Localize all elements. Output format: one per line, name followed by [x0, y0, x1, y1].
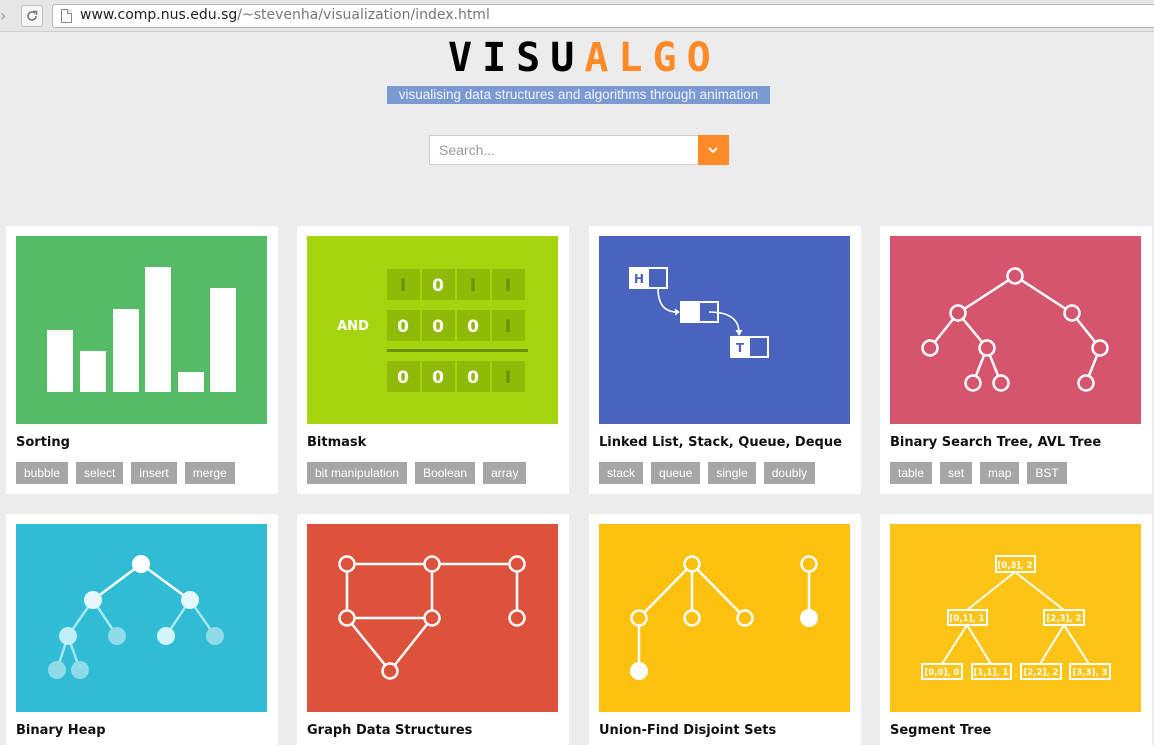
- tag-stack[interactable]: stack: [599, 462, 644, 484]
- tagline: visualising data structures and algorith…: [387, 86, 770, 104]
- card-sorting[interactable]: Sorting bubble select insert merge: [6, 226, 278, 494]
- card-title[interactable]: Linked List, Stack, Queue, Deque: [599, 435, 842, 450]
- bit-cell: I: [505, 317, 511, 337]
- bitmask-thumbnail[interactable]: AND I 0 I I 0 0 0 I 0 0 0 I: [307, 236, 558, 424]
- url-text[interactable]: www.comp.nus.edu.sg/~stevenha/visualizat…: [80, 7, 490, 23]
- tag-select[interactable]: select: [76, 462, 124, 484]
- card-title[interactable]: Segment Tree: [890, 723, 991, 738]
- head-label: H: [634, 272, 644, 286]
- card-title[interactable]: Binary Search Tree, AVL Tree: [890, 435, 1101, 450]
- segment-leaf-label: [3,3], 3: [1073, 668, 1108, 678]
- browser-toolbar: › www.comp.nus.edu.sg/~stevenha/visualiz…: [0, 0, 1154, 32]
- binary-tree-icon: [890, 236, 1141, 424]
- card-union-find[interactable]: Union-Find Disjoint Sets: [589, 514, 861, 745]
- reload-icon: [27, 10, 38, 21]
- url-path: /~stevenha/visualization/index.html: [237, 7, 490, 23]
- card-title[interactable]: Graph Data Structures: [307, 723, 472, 738]
- card-linked-list[interactable]: H T Linked List, Stack, Queue, Deque sta…: [589, 226, 861, 494]
- url-host: www.comp.nus.edu.sg: [80, 7, 238, 23]
- tail-label: T: [736, 341, 745, 355]
- tag-bst[interactable]: BST: [1027, 462, 1067, 484]
- union-find-thumbnail[interactable]: [599, 524, 850, 712]
- segment-leaf-label: [0,0], 0: [925, 668, 960, 678]
- bit-cell: I: [505, 368, 511, 388]
- heap-thumbnail[interactable]: [16, 524, 267, 712]
- tag-map[interactable]: map: [980, 462, 1020, 484]
- chevron-down-icon: [708, 147, 718, 153]
- forward-icon[interactable]: ›: [0, 6, 14, 26]
- tag-list: bit manipulation Boolean array: [307, 462, 527, 484]
- tag-bit-manipulation[interactable]: bit manipulation: [307, 462, 408, 484]
- linked-list-icon: H T: [599, 236, 850, 424]
- card-title[interactable]: Binary Heap: [16, 723, 106, 738]
- bit-cell: 0: [397, 317, 409, 337]
- graph-icon: [307, 524, 558, 712]
- segment-leaf-label: [1,1], 1: [974, 668, 1009, 678]
- sorting-thumbnail[interactable]: [16, 236, 267, 424]
- tag-list: table set map BST: [890, 462, 1067, 484]
- segment-left-label: [0,1], 1: [950, 614, 985, 624]
- page-icon: [61, 9, 72, 23]
- bit-cell: 0: [432, 368, 444, 388]
- segment-tree-thumbnail[interactable]: [0,3], 2 [0,1], 1 [2,3], 2 [0,0], 0 [1,1…: [890, 524, 1141, 712]
- segment-root-label: [0,3], 2: [998, 561, 1033, 571]
- segment-tree-icon: [0,3], 2 [0,1], 1 [2,3], 2 [0,0], 0 [1,1…: [890, 524, 1141, 712]
- segment-right-label: [2,3], 2: [1047, 614, 1082, 624]
- tag-single[interactable]: single: [708, 462, 756, 484]
- bit-cell: 0: [467, 368, 479, 388]
- card-title[interactable]: Bitmask: [307, 435, 366, 450]
- bitmask-icon: AND I 0 I I 0 0 0 I 0 0 0 I: [307, 236, 558, 424]
- card-graph[interactable]: Graph Data Structures: [297, 514, 569, 745]
- card-bitmask[interactable]: AND I 0 I I 0 0 0 I 0 0 0 I Bitmask bit …: [297, 226, 569, 494]
- search-input[interactable]: [429, 135, 699, 165]
- bit-cell: 0: [467, 317, 479, 337]
- card-binary-heap[interactable]: Binary Heap: [6, 514, 278, 745]
- bitmask-op-label: AND: [337, 319, 369, 334]
- tag-queue[interactable]: queue: [651, 462, 701, 484]
- bit-cell: 0: [432, 317, 444, 337]
- address-bar[interactable]: www.comp.nus.edu.sg/~stevenha/visualizat…: [52, 4, 1154, 28]
- tag-list: stack queue single doubly: [599, 462, 816, 484]
- bit-cell: I: [400, 276, 406, 296]
- segment-leaf-label: [2,2], 2: [1024, 668, 1059, 678]
- tag-array[interactable]: array: [483, 462, 527, 484]
- graph-thumbnail[interactable]: [307, 524, 558, 712]
- tag-set[interactable]: set: [940, 462, 973, 484]
- disjoint-sets-icon: [599, 524, 850, 712]
- bit-cell: 0: [397, 368, 409, 388]
- reload-button[interactable]: [21, 5, 43, 27]
- tag-insert[interactable]: insert: [131, 462, 177, 484]
- logo-visu: VISU: [448, 35, 585, 81]
- visualgo-logo[interactable]: VISU ALGO: [448, 35, 721, 81]
- tag-doubly[interactable]: doubly: [763, 462, 816, 484]
- card-bst[interactable]: Binary Search Tree, AVL Tree table set m…: [880, 226, 1152, 494]
- card-segment-tree[interactable]: [0,3], 2 [0,1], 1 [2,3], 2 [0,0], 0 [1,1…: [880, 514, 1152, 745]
- tag-list: bubble select insert merge: [16, 462, 235, 484]
- bit-cell: 0: [432, 276, 444, 296]
- bst-thumbnail[interactable]: [890, 236, 1141, 424]
- search-dropdown-button[interactable]: [698, 135, 729, 165]
- tag-bubble[interactable]: bubble: [16, 462, 69, 484]
- linked-list-thumbnail[interactable]: H T: [599, 236, 850, 424]
- card-title[interactable]: Sorting: [16, 435, 70, 450]
- card-title[interactable]: Union-Find Disjoint Sets: [599, 723, 776, 738]
- tag-boolean[interactable]: Boolean: [415, 462, 476, 484]
- bit-cell: I: [470, 276, 476, 296]
- bit-cell: I: [505, 276, 511, 296]
- logo-algo: ALGO: [584, 35, 721, 81]
- tag-merge[interactable]: merge: [184, 462, 235, 484]
- tag-table[interactable]: table: [890, 462, 933, 484]
- bar-chart-icon: [16, 236, 267, 424]
- heap-tree-icon: [16, 524, 267, 712]
